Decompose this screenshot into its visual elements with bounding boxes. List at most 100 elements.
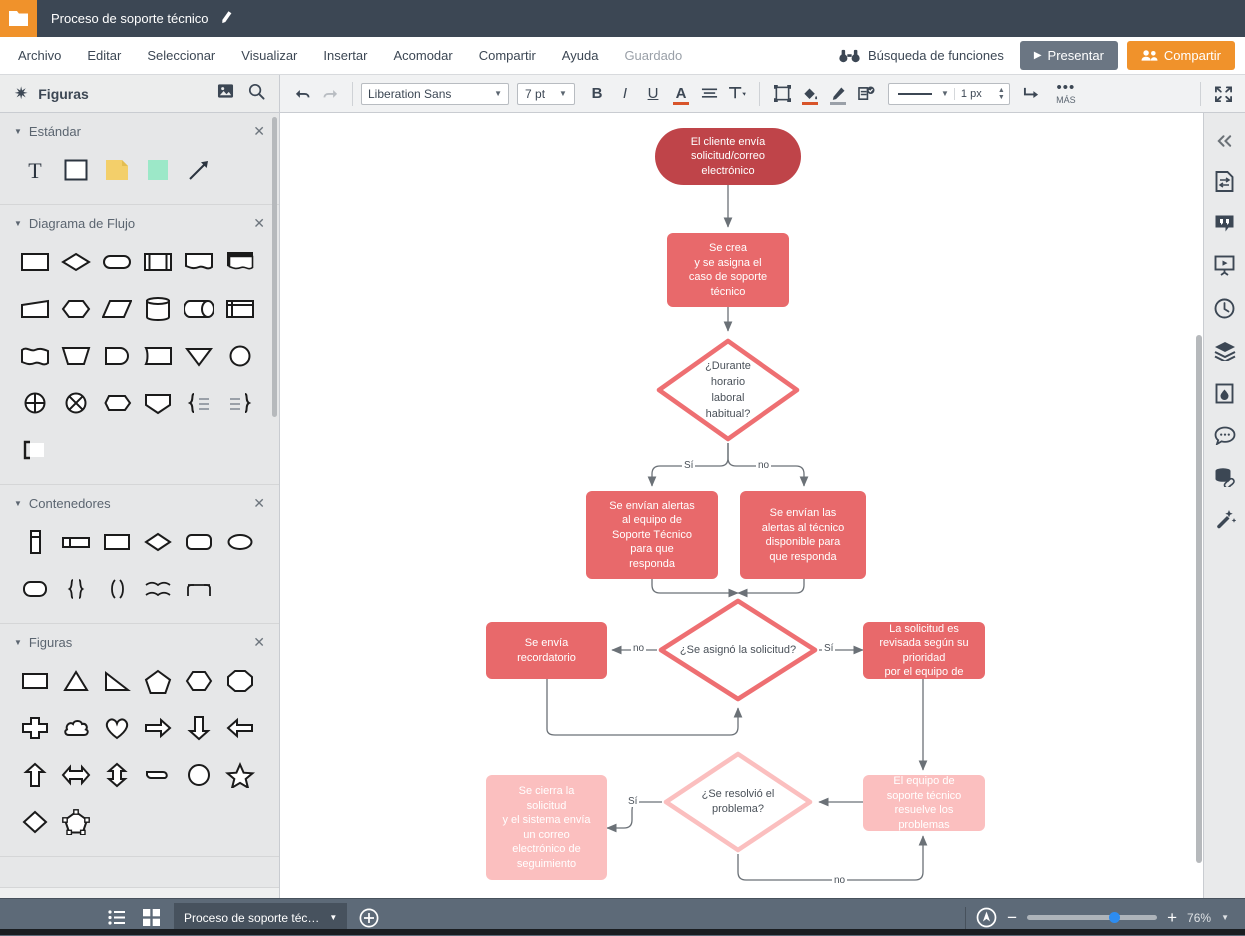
menu-insertar[interactable]: Insertar <box>323 48 367 63</box>
shape-curly-bracket[interactable] <box>178 569 219 609</box>
theme-icon[interactable] <box>1215 383 1234 404</box>
shape-manual-input[interactable] <box>14 289 55 329</box>
shape-terminator[interactable] <box>96 242 137 282</box>
list-view-icon[interactable] <box>100 903 134 933</box>
shape-arrow[interactable] <box>178 150 219 190</box>
node-alertas-equipo-soporte[interactable]: Se envían alertas al equipo de Soporte T… <box>586 491 718 579</box>
shape-octagon[interactable] <box>219 661 260 701</box>
shape-cross[interactable] <box>14 708 55 748</box>
decision-se-asigno-solicitud[interactable]: ¿Se asignó la solicitud? <box>657 597 819 703</box>
underline-button[interactable]: U <box>639 81 667 107</box>
node-se-crea-caso[interactable]: Se crea y se asigna el caso de soporte t… <box>667 233 789 307</box>
panel-scrollbar[interactable] <box>272 117 277 417</box>
line-width-stepper[interactable]: ▲▼ <box>998 87 1009 101</box>
add-page-icon[interactable] <box>359 908 379 928</box>
shape-circle[interactable] <box>219 336 260 376</box>
shape-parens-pair[interactable] <box>96 569 137 609</box>
magic-wand-icon[interactable] <box>1214 509 1236 530</box>
shape-merge[interactable] <box>178 336 219 376</box>
shape-rounded-container[interactable] <box>178 522 219 562</box>
node-cliente-envia-solicitud[interactable]: El cliente envía solicitud/correo electr… <box>655 128 801 185</box>
data-link-icon[interactable] <box>1214 467 1236 487</box>
shape-decision[interactable] <box>55 242 96 282</box>
node-alertas-tecnico-disponible[interactable]: Se envían las alertas al técnico disponi… <box>740 491 866 579</box>
canvas-vertical-scrollbar[interactable] <box>1196 335 1202 863</box>
shape-hexagon[interactable] <box>178 661 219 701</box>
redo-icon[interactable] <box>316 81 344 107</box>
collapse-caret-icon[interactable]: ▼ <box>14 219 22 228</box>
close-icon[interactable]: ✕ <box>253 495 265 512</box>
pointer-mode-icon[interactable] <box>976 907 997 928</box>
feature-search-button[interactable]: Búsqueda de funciones <box>839 48 1004 63</box>
more-button[interactable]: ••• MÁS <box>1046 83 1086 105</box>
italic-button[interactable]: I <box>611 81 639 107</box>
shape-paper-tape[interactable] <box>14 336 55 376</box>
shape-data[interactable] <box>96 289 137 329</box>
document-icon[interactable] <box>0 0 37 37</box>
shape-document[interactable] <box>178 242 219 282</box>
shape-triangle[interactable] <box>55 661 96 701</box>
shape-extract[interactable] <box>137 383 178 423</box>
line-route-icon[interactable] <box>1018 81 1046 107</box>
shape-square[interactable] <box>55 150 96 190</box>
menu-editar[interactable]: Editar <box>87 48 121 63</box>
shape-heart[interactable] <box>96 708 137 748</box>
pencil-icon[interactable] <box>217 8 235 28</box>
shape-preparation[interactable] <box>55 289 96 329</box>
close-icon[interactable]: ✕ <box>253 215 265 232</box>
shape-multidocument[interactable] <box>219 242 260 282</box>
shape-display[interactable] <box>96 336 137 376</box>
shape-arrow-left[interactable] <box>219 708 260 748</box>
zoom-slider-thumb[interactable] <box>1109 912 1120 923</box>
shape-pentagon[interactable] <box>137 661 178 701</box>
menu-acomodar[interactable]: Acomodar <box>393 48 452 63</box>
shape-database[interactable] <box>137 289 178 329</box>
search-icon[interactable] <box>248 83 265 105</box>
shape-horizontal-bracket[interactable] <box>137 569 178 609</box>
close-icon[interactable]: ✕ <box>253 123 265 140</box>
shape-or-xor[interactable] <box>55 383 96 423</box>
decision-se-resolvio-problema[interactable]: ¿Se resolvió el problema? <box>662 750 814 854</box>
gear-icon[interactable]: ✷ <box>14 84 28 104</box>
diagram-canvas[interactable]: El cliente envía solicitud/correo electr… <box>280 113 1203 935</box>
menu-compartir[interactable]: Compartir <box>479 48 536 63</box>
node-se-envia-recordatorio[interactable]: Se envía recordatorio <box>486 622 607 679</box>
shape-pentagon-handles[interactable] <box>55 802 96 842</box>
text-options-icon[interactable] <box>723 81 751 107</box>
zoom-in-button[interactable]: + <box>1167 911 1177 925</box>
shape-arrow-down[interactable] <box>178 708 219 748</box>
shape-sticky[interactable] <box>137 150 178 190</box>
fullscreen-icon[interactable] <box>1209 81 1237 107</box>
shape-diamond[interactable] <box>14 802 55 842</box>
share-button[interactable]: Compartir <box>1127 41 1235 70</box>
menu-archivo[interactable]: Archivo <box>18 48 61 63</box>
grid-view-icon[interactable] <box>134 903 168 933</box>
document-properties-icon[interactable] <box>1215 171 1234 192</box>
menu-seleccionar[interactable]: Seleccionar <box>147 48 215 63</box>
shape-right-triangle[interactable] <box>96 661 137 701</box>
shape-bracket[interactable] <box>14 430 55 470</box>
shape-arrow-left-right[interactable] <box>55 755 96 795</box>
present-button[interactable]: ▶ Presentar <box>1020 41 1118 70</box>
close-icon[interactable]: ✕ <box>253 634 265 651</box>
shape-icon[interactable] <box>768 81 796 107</box>
zoom-slider[interactable] <box>1027 915 1157 920</box>
node-equipo-resuelve-problemas[interactable]: El equipo de soporte técnico resuelve lo… <box>863 775 985 831</box>
node-solicitud-revisada-prioridad[interactable]: La solicitud es revisada según su priori… <box>863 622 985 679</box>
shape-arrow-up-down[interactable] <box>96 755 137 795</box>
bold-button[interactable]: B <box>583 81 611 107</box>
line-color-icon[interactable] <box>824 81 852 107</box>
shape-rounded-rect-container[interactable] <box>14 569 55 609</box>
history-clock-icon[interactable] <box>1214 298 1235 319</box>
shape-stored-data[interactable] <box>137 336 178 376</box>
document-title[interactable]: Proceso de soporte técnico <box>51 11 209 26</box>
shape-star[interactable] <box>219 755 260 795</box>
align-icon[interactable] <box>695 81 723 107</box>
shape-internal-storage[interactable] <box>219 289 260 329</box>
layers-icon[interactable] <box>1214 341 1236 361</box>
node-se-cierra-solicitud[interactable]: Se cierra la solicitud y el sistema enví… <box>486 775 607 880</box>
shape-brace-left[interactable] <box>219 383 260 423</box>
shape-note[interactable] <box>96 150 137 190</box>
shape-delay[interactable] <box>96 383 137 423</box>
shape-rectangle-container[interactable] <box>96 522 137 562</box>
